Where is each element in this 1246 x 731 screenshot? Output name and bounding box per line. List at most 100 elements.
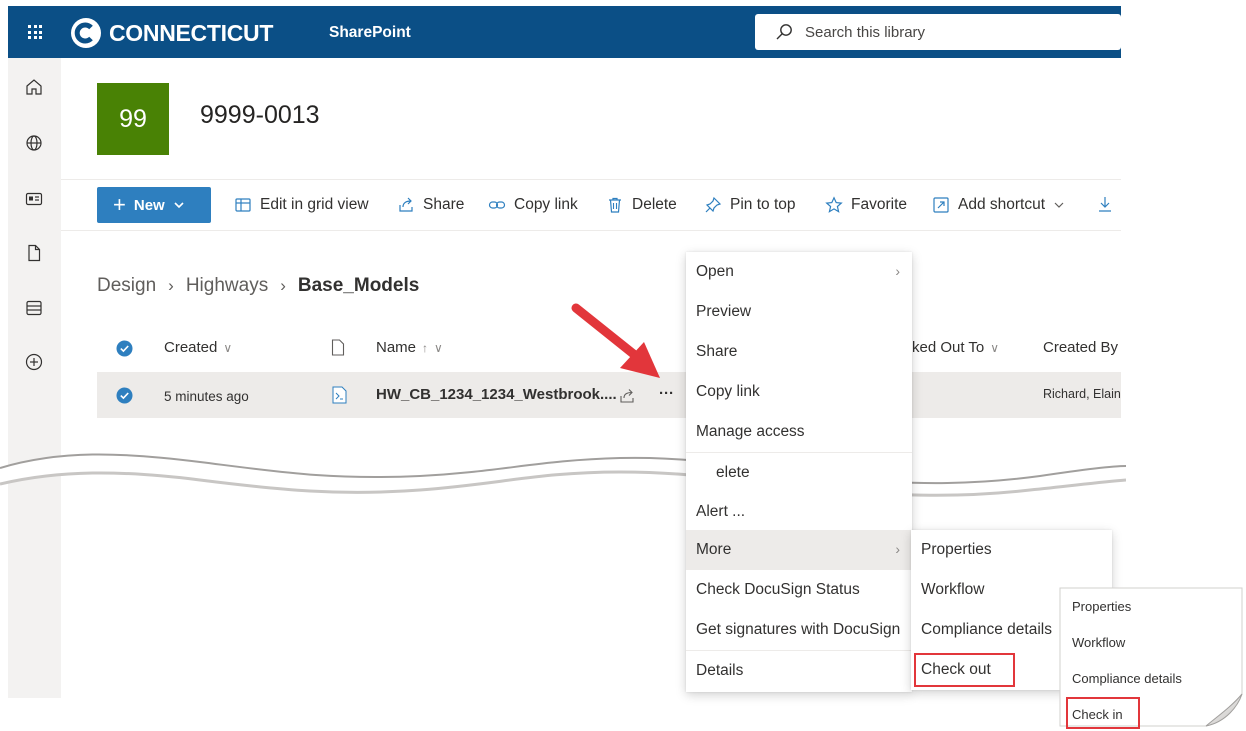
add-shortcut-label: Add shortcut — [958, 196, 1046, 213]
submenu-item-properties[interactable]: Properties — [911, 530, 1112, 570]
select-all-checkbox[interactable] — [116, 340, 133, 357]
breadcrumb-item-highways[interactable]: Highways — [186, 275, 268, 297]
pin-icon — [705, 196, 722, 213]
new-button-label: New — [133, 196, 165, 214]
menu-item-check-docusign-status[interactable]: Check DocuSign Status — [686, 570, 912, 610]
suite-bar: CONNECTICUT SharePoint — [8, 6, 1121, 58]
inset-item-workflow[interactable]: Workflow — [1064, 624, 1184, 660]
command-bar-divider — [61, 230, 1121, 231]
document-icon[interactable] — [24, 243, 44, 263]
menu-item-delete-label: elete — [716, 464, 750, 481]
pin-to-top-label: Pin to top — [730, 196, 796, 213]
column-header-created-by-label: Created By — [1043, 339, 1119, 356]
chevron-down-icon: ∨ — [990, 341, 1000, 355]
context-menu: Open › Preview Share Copy link Manage ac… — [686, 252, 912, 692]
menu-item-details-label: Details — [696, 662, 744, 679]
inset-item-compliance-details[interactable]: Compliance details — [1064, 660, 1184, 696]
menu-item-delete[interactable]: elete — [686, 454, 912, 482]
favorite-label: Favorite — [851, 196, 907, 213]
menu-item-manage-access[interactable]: Manage access — [686, 412, 912, 452]
trash-icon — [609, 197, 621, 213]
menu-item-alert-me-label: Alert ... — [696, 503, 746, 520]
home-icon[interactable] — [24, 77, 44, 97]
chevron-right-icon: › — [895, 263, 900, 279]
torn-edge-separator — [0, 453, 1126, 497]
menu-item-alert-me[interactable]: Alert ... — [686, 492, 912, 532]
breadcrumb-item-design[interactable]: Design — [97, 275, 156, 297]
chevron-right-icon: › — [168, 276, 174, 295]
app-name[interactable]: SharePoint — [329, 24, 411, 42]
row-created-by: Richard, Elain — [1043, 387, 1121, 401]
site-title[interactable]: 9999-0013 — [200, 101, 320, 130]
edit-grid-view-button[interactable]: Edit in grid view — [234, 193, 369, 217]
column-header-created-label: Created — [164, 339, 218, 356]
share-icon — [399, 197, 413, 212]
copy-link-label: Copy link — [514, 196, 578, 213]
submenu-item-properties-label: Properties — [921, 541, 992, 558]
delete-label: Delete — [632, 196, 677, 213]
check-out-highlight — [914, 653, 1015, 687]
file-type-icon — [331, 339, 345, 356]
app-launcher-button[interactable] — [8, 6, 62, 58]
column-header-created[interactable]: Created ∨ — [164, 339, 232, 356]
site-logo[interactable]: 99 — [97, 83, 169, 155]
menu-item-copy-link-label: Copy link — [696, 383, 760, 400]
menu-item-preview[interactable]: Preview — [686, 292, 912, 332]
globe-icon[interactable] — [24, 133, 44, 153]
sort-ascending-icon: ↑ — [422, 341, 429, 355]
menu-item-share[interactable]: Share — [686, 332, 912, 372]
pin-to-top-button[interactable]: Pin to top — [704, 193, 796, 217]
waffle-icon — [28, 25, 42, 39]
link-icon — [488, 201, 506, 209]
breadcrumb: Design › Highways › Base_Models — [97, 273, 419, 299]
chevron-down-icon — [174, 202, 184, 209]
add-shortcut-button[interactable]: Add shortcut — [932, 193, 1065, 217]
menu-item-get-signatures[interactable]: Get signatures with DocuSign — [686, 610, 912, 650]
favorite-button[interactable]: Favorite — [825, 193, 907, 217]
row-share-icon[interactable] — [619, 388, 635, 404]
column-header-name[interactable]: Name ↑ ∨ — [376, 339, 443, 356]
search-box[interactable] — [755, 14, 1121, 50]
chevron-right-icon: › — [280, 276, 286, 295]
chevron-down-icon: ∨ — [223, 341, 233, 355]
plus-icon: + — [113, 192, 126, 217]
menu-item-more-label: More — [696, 541, 732, 558]
star-icon — [825, 196, 843, 213]
shortcut-icon — [933, 197, 949, 213]
header-divider — [61, 179, 1121, 180]
list-icon[interactable] — [24, 298, 44, 318]
column-header-name-label: Name — [376, 339, 417, 356]
inset-item-workflow-label: Workflow — [1072, 634, 1126, 650]
news-icon[interactable] — [24, 189, 44, 209]
share-label: Share — [423, 196, 465, 213]
copy-link-button[interactable]: Copy link — [488, 193, 578, 217]
column-header-created-by[interactable]: Created By — [1043, 339, 1118, 356]
menu-item-copy-link[interactable]: Copy link — [686, 372, 912, 412]
delete-button[interactable]: Delete — [606, 193, 677, 217]
inset-item-properties[interactable]: Properties — [1064, 588, 1184, 624]
add-circle-icon[interactable] — [24, 352, 44, 372]
brand-name[interactable]: CONNECTICUT — [109, 20, 273, 47]
menu-item-details[interactable]: Details — [686, 651, 912, 691]
download-icon[interactable] — [1097, 195, 1113, 213]
menu-item-share-label: Share — [696, 343, 738, 360]
column-header-checked-out-to[interactable]: ked Out To ∨ — [912, 339, 999, 356]
share-button[interactable]: Share — [397, 193, 464, 217]
menu-item-open[interactable]: Open › — [686, 252, 912, 292]
new-button[interactable]: + New — [97, 187, 211, 223]
inset-item-compliance-details-label: Compliance details — [1072, 670, 1182, 686]
connecticut-logo-icon[interactable] — [70, 17, 102, 49]
column-header-checked-out-to-label: ked Out To — [912, 339, 985, 356]
menu-item-open-label: Open — [696, 263, 734, 280]
app-rail — [8, 58, 61, 698]
annotation-arrow-icon — [571, 303, 660, 378]
breadcrumb-item-current: Base_Models — [297, 275, 420, 296]
search-input[interactable] — [805, 14, 1105, 50]
menu-item-check-docusign-status-label: Check DocuSign Status — [696, 581, 860, 598]
row-checkbox[interactable] — [116, 387, 133, 404]
check-in-highlight — [1066, 697, 1140, 729]
model-file-icon — [332, 386, 347, 404]
menu-item-more[interactable]: More › — [686, 530, 912, 570]
chevron-down-icon: ∨ — [434, 341, 443, 355]
grid-icon — [235, 198, 251, 212]
